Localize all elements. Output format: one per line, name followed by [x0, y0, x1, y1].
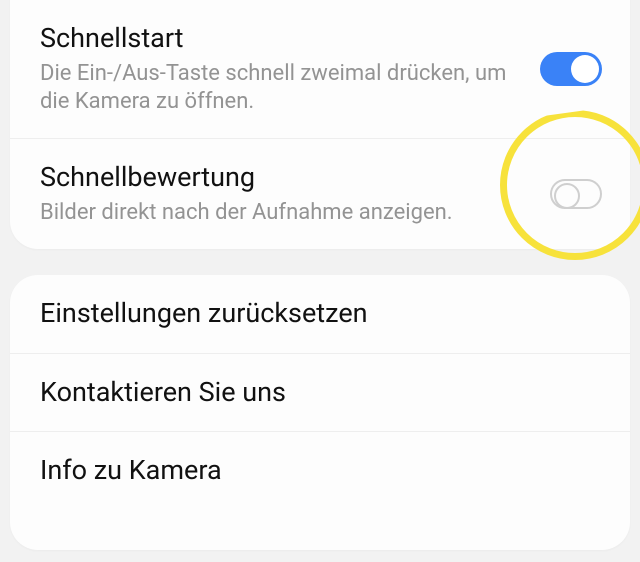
- setting-title: Schnellbewertung: [40, 161, 534, 195]
- setting-title: Schnellstart: [40, 22, 524, 56]
- setting-row-reset[interactable]: Einstellungen zurücksetzen: [10, 275, 630, 353]
- setting-title: Kontaktieren Sie uns: [40, 376, 286, 410]
- setting-subtitle: Bilder direkt nach der Aufnahme anzeigen…: [40, 199, 534, 227]
- setting-subtitle: Die Ein-/Aus-Taste schnell zweimal drück…: [40, 60, 524, 116]
- setting-title: Info zu Kamera: [40, 454, 222, 488]
- setting-row-quick-launch[interactable]: Schnellstart Die Ein-/Aus-Taste schnell …: [10, 0, 630, 138]
- settings-group-general: Einstellungen zurücksetzen Kontaktieren …: [10, 275, 630, 550]
- setting-row-about-camera[interactable]: Info zu Kamera: [10, 431, 630, 510]
- toggle-quick-review[interactable]: [550, 179, 602, 209]
- toggle-quick-launch[interactable]: [540, 52, 602, 86]
- setting-row-quick-review[interactable]: Schnellbewertung Bilder direkt nach der …: [10, 138, 630, 249]
- setting-text: Schnellbewertung Bilder direkt nach der …: [40, 161, 550, 227]
- setting-text: Schnellstart Die Ein-/Aus-Taste schnell …: [40, 22, 540, 116]
- settings-group-camera-launch: Schnellstart Die Ein-/Aus-Taste schnell …: [10, 0, 630, 249]
- setting-row-contact-us[interactable]: Kontaktieren Sie uns: [10, 353, 630, 432]
- setting-title: Einstellungen zurücksetzen: [40, 297, 368, 331]
